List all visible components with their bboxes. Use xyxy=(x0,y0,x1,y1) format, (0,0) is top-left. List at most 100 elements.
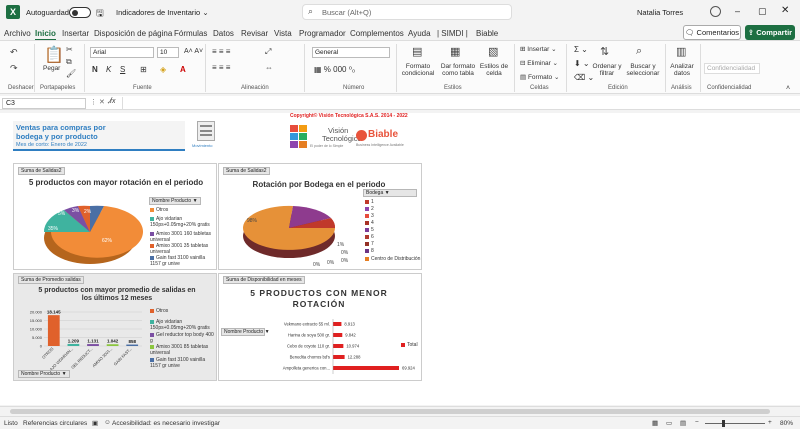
save-icon[interactable]: 🖫 xyxy=(96,6,104,22)
biable-logo-tag: Business Intelligence Available xyxy=(356,143,404,147)
menu-archivo[interactable]: Archivo xyxy=(4,29,31,38)
y-tick-label: 5.000 xyxy=(32,335,43,340)
sort-filter-icon[interactable]: ⇅ xyxy=(600,45,609,58)
collapse-ribbon-icon[interactable]: ˄ xyxy=(786,85,790,92)
horizontal-scrollbar[interactable] xyxy=(0,406,800,416)
align-left-icons[interactable]: ≡ ≡ ≡ xyxy=(212,63,230,72)
share-button[interactable]: ⇪ Compartir xyxy=(745,25,795,40)
conditional-format-icon[interactable]: ▤ xyxy=(412,45,422,58)
y-category-label: Benedita chorros bd's xyxy=(290,355,330,360)
menu-complementos[interactable]: Complementos xyxy=(350,29,404,38)
name-box[interactable]: C3 xyxy=(2,98,86,109)
delete-cells-button[interactable]: ⊟ Eliminar ⌄ xyxy=(520,59,558,67)
zoom-slider-thumb[interactable] xyxy=(722,420,725,427)
menu-insertar[interactable]: Insertar xyxy=(62,29,89,38)
formula-input[interactable] xyxy=(122,97,790,109)
cell-styles-icon[interactable]: ▧ xyxy=(488,45,498,58)
restore-icon[interactable]: ▢ xyxy=(758,6,767,17)
filter-button[interactable]: Nombre Producto ▼ xyxy=(18,370,70,378)
zoom-in-icon[interactable]: + xyxy=(768,419,772,426)
merge-icon[interactable]: ⇔ xyxy=(265,63,273,72)
analyze-data-icon[interactable]: ▥ xyxy=(676,45,686,58)
worksheet[interactable]: Copyright© Visión Tecnológica S.A.S. 201… xyxy=(0,113,800,405)
underline-button[interactable]: S xyxy=(120,65,125,74)
borders-icon[interactable]: ⊞ xyxy=(140,65,147,74)
insert-cells-button[interactable]: ⊞ Insertar ⌄ xyxy=(520,45,557,53)
user-name[interactable]: Natalia Torres xyxy=(637,8,683,17)
bold-button[interactable]: N xyxy=(92,65,98,74)
paste-icon[interactable]: 📋 xyxy=(44,45,64,65)
italic-button[interactable]: K xyxy=(106,65,111,74)
number-format-icons[interactable]: ▦ % 000 ⁰₀ xyxy=(314,65,355,74)
find-select-button[interactable]: Buscar y seleccionar xyxy=(624,63,662,77)
font-grow-shrink-icon[interactable]: A˄ A˅ xyxy=(184,48,203,55)
accessibility-icon[interactable]: ☺ xyxy=(104,419,111,426)
status-circular[interactable]: Referencias circulares xyxy=(23,420,87,427)
align-top-icons[interactable]: ≡ ≡ ≡ xyxy=(212,47,230,56)
autosum-icon[interactable]: Σ ⌄ xyxy=(574,45,588,54)
macro-record-icon[interactable]: ▣ xyxy=(92,419,98,427)
search-placeholder: Buscar (Alt+Q) xyxy=(322,8,372,17)
menu-ayuda[interactable]: Ayuda xyxy=(408,29,431,38)
fill-icon[interactable]: ⬇ ⌄ xyxy=(574,59,590,68)
menu-vista[interactable]: Vista xyxy=(274,29,292,38)
menu-datos[interactable]: Datos xyxy=(213,29,234,38)
close-icon[interactable]: ✕ xyxy=(781,5,789,16)
sort-filter-button[interactable]: Ordenar y filtrar xyxy=(592,63,622,77)
comments-button[interactable]: 🗨 Comentarios xyxy=(683,25,741,40)
menu-formulas[interactable]: Fórmulas xyxy=(174,29,207,38)
cut-icon[interactable]: ✂ xyxy=(66,45,73,54)
table-format-icon[interactable]: ▦ xyxy=(450,45,460,58)
pie-label-4: 0% xyxy=(327,260,335,266)
x-tick-label: GAIN FAST... xyxy=(113,346,133,366)
copy-icon[interactable]: ⧉ xyxy=(66,57,72,67)
bar xyxy=(333,333,343,337)
conditional-format-button[interactable]: Formato condicional xyxy=(398,63,438,77)
page-layout-icon[interactable]: ▭ xyxy=(666,419,672,427)
analyze-data-button[interactable]: Analizar datos xyxy=(668,63,696,77)
paste-label[interactable]: Pegar xyxy=(43,65,60,72)
bar-chart-average-sales[interactable]: Suma de Promedio salidas 5 productos con… xyxy=(13,273,217,381)
normal-view-icon[interactable]: ▦ xyxy=(652,419,658,427)
undo-icon[interactable]: ↶ xyxy=(10,47,18,58)
avatar[interactable] xyxy=(710,6,721,17)
minimize-icon[interactable]: – xyxy=(735,6,740,16)
font-name-select[interactable]: Arial xyxy=(90,47,154,58)
clipboard-group-label: Portapapeles xyxy=(40,85,76,91)
cell-styles-button[interactable]: Estilos de celda xyxy=(478,63,510,77)
filter-button[interactable]: Nombre Producto ▼ xyxy=(149,197,201,205)
file-name[interactable]: Indicadores de Inventario ⌄ xyxy=(116,8,209,17)
table-format-button[interactable]: Dar formato como tabla xyxy=(438,63,478,77)
page-break-icon[interactable]: ▤ xyxy=(680,419,686,427)
status-accessibility[interactable]: Accesibilidad: es necesario investigar xyxy=(112,420,220,427)
bar xyxy=(126,344,139,346)
redo-icon[interactable]: ↷ xyxy=(10,63,18,74)
fx-label[interactable]: fx xyxy=(110,98,115,105)
pie-chart-top-products[interactable]: Suma de Salidas2 5 productos con mayor r… xyxy=(13,163,217,270)
autosave-toggle[interactable] xyxy=(69,7,91,18)
menu-biable[interactable]: Biable xyxy=(476,29,498,38)
hbar-chart-lowest-rotation[interactable]: Suma de Disponibilidad en meses 5 PRODUC… xyxy=(218,273,422,381)
biable-logo-icon xyxy=(356,130,367,141)
number-format-select[interactable]: General xyxy=(312,47,390,58)
zoom-slider[interactable] xyxy=(705,423,765,424)
zoom-level[interactable]: 80% xyxy=(780,420,793,427)
bar xyxy=(87,344,99,346)
menu-programador[interactable]: Programador xyxy=(299,29,346,38)
font-size-select[interactable]: 10 xyxy=(157,47,179,58)
filter-button[interactable]: Bodega ▼ xyxy=(363,189,417,197)
scroll-thumb[interactable] xyxy=(10,409,770,414)
font-color-icon[interactable]: A xyxy=(180,65,186,74)
orientation-icon[interactable]: ⤢ xyxy=(265,47,271,57)
format-cells-button[interactable]: ▤ Formato ⌄ xyxy=(520,73,559,81)
menu-disposicion[interactable]: Disposición de página xyxy=(94,29,172,38)
find-select-icon[interactable]: ⌕ xyxy=(636,45,642,58)
menu-revisar[interactable]: Revisar xyxy=(241,29,268,38)
search-box[interactable]: ⌕ Buscar (Alt+Q) xyxy=(302,4,512,20)
format-painter-icon[interactable]: 🖌 xyxy=(66,69,76,78)
fill-color-icon[interactable]: ◈ xyxy=(160,65,166,74)
pie-chart-warehouse[interactable]: Suma de Salidas2 Rotación por Bodega en … xyxy=(218,163,422,270)
x-tick-label: OTROS xyxy=(41,346,55,360)
zoom-out-icon[interactable]: − xyxy=(695,419,699,426)
menu-simdi[interactable]: | SIMDI | xyxy=(437,29,468,38)
